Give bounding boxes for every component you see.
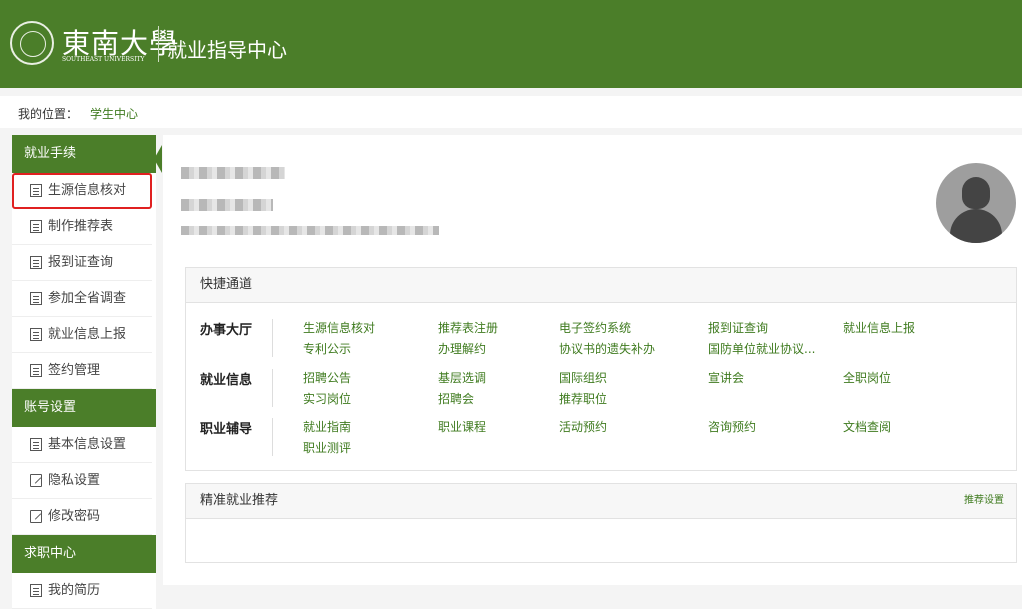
- user-avatar[interactable]: [936, 163, 1016, 243]
- site-title[interactable]: 就业指导中心: [167, 34, 287, 63]
- link-career-courses[interactable]: 职业课程: [438, 418, 486, 435]
- recommendation-title: 精准就业推荐: [200, 493, 279, 508]
- header-divider: [158, 26, 159, 62]
- recommendation-settings-link[interactable]: 推荐设置: [964, 484, 1004, 518]
- document-icon: [30, 438, 42, 451]
- link-report-certificate[interactable]: 报到证查询: [708, 319, 768, 336]
- sidebar-item-source-info-check[interactable]: 生源信息核对: [12, 173, 152, 209]
- sidebar-nav: 就业手续 生源信息核对 制作推荐表 报到证查询 参加全省调查 就业信息上报 签约…: [12, 135, 156, 609]
- sidebar-item-recommendation-form[interactable]: 制作推荐表: [12, 209, 152, 245]
- sidebar-item-label: 制作推荐表: [48, 219, 114, 234]
- sidebar-item-label: 隐私设置: [48, 473, 101, 488]
- breadcrumb: 我的位置： 学生中心: [0, 96, 1022, 128]
- edit-icon: [30, 510, 42, 523]
- document-icon: [30, 184, 42, 197]
- sidebar-item-label: 基本信息设置: [48, 437, 127, 452]
- link-lost-agreement-reissue[interactable]: 协议书的遗失补办: [559, 340, 655, 357]
- link-grassroots-selection[interactable]: 基层选调: [438, 369, 486, 386]
- avatar-head-shape: [962, 177, 990, 209]
- link-activity-booking[interactable]: 活动预约: [559, 418, 607, 435]
- sidebar-item-label: 报到证查询: [48, 255, 114, 270]
- document-icon: [30, 292, 42, 305]
- edit-icon: [30, 474, 42, 487]
- quick-access-panel: 快捷通道 办事大厅 生源信息核对 推荐表注册 电子签约系统 报到证查询 就业信息…: [185, 267, 1017, 471]
- main-content: 快捷通道 办事大厅 生源信息核对 推荐表注册 电子签约系统 报到证查询 就业信息…: [163, 135, 1022, 585]
- document-icon: [30, 364, 42, 377]
- quick-access-title: 快捷通道: [186, 268, 1016, 303]
- sidebar-item-change-password[interactable]: 修改密码: [12, 499, 152, 535]
- link-job-fair[interactable]: 招聘会: [438, 390, 474, 407]
- link-career-assessment[interactable]: 职业测评: [303, 439, 351, 456]
- link-internships[interactable]: 实习岗位: [303, 390, 351, 407]
- document-icon: [30, 584, 42, 597]
- quick-access-title-text: 快捷通道: [200, 277, 253, 292]
- link-employment-report[interactable]: 就业信息上报: [843, 319, 915, 336]
- sidebar-item-label: 生源信息核对: [48, 183, 127, 198]
- sidebar-item-province-survey[interactable]: 参加全省调查: [12, 281, 152, 317]
- document-icon: [30, 256, 42, 269]
- sidebar-section-job-center[interactable]: 求职中心: [12, 535, 156, 573]
- link-recruitment-notice[interactable]: 招聘公告: [303, 369, 351, 386]
- sidebar-item-label: 签约管理: [48, 363, 101, 378]
- user-name-blurred: [181, 167, 285, 179]
- sidebar-item-my-resume[interactable]: 我的简历: [12, 573, 152, 609]
- document-icon: [30, 220, 42, 233]
- site-header: 東南大學 SOUTHEAST UNIVERSITY 就业指导中心: [0, 0, 1022, 88]
- sidebar-item-label: 我的简历: [48, 583, 101, 598]
- sidebar-item-label: 参加全省调查: [48, 291, 127, 306]
- sidebar-item-report-certificate[interactable]: 报到证查询: [12, 245, 152, 281]
- recommendation-header: 精准就业推荐 推荐设置: [186, 484, 1016, 519]
- breadcrumb-current-link[interactable]: 学生中心: [90, 105, 138, 122]
- user-id-blurred: [181, 199, 273, 211]
- sidebar-item-contract-management[interactable]: 签约管理: [12, 353, 152, 389]
- link-source-info-check[interactable]: 生源信息核对: [303, 319, 375, 336]
- active-indicator-arrow: [154, 145, 162, 173]
- sidebar-item-basic-info[interactable]: 基本信息设置: [12, 427, 152, 463]
- row-divider: [272, 369, 273, 407]
- link-international-org[interactable]: 国际组织: [559, 369, 607, 386]
- row-divider: [272, 418, 273, 456]
- university-logo-english: SOUTHEAST UNIVERSITY: [62, 56, 145, 63]
- sidebar-item-privacy[interactable]: 隐私设置: [12, 463, 152, 499]
- link-defense-employment-agreement[interactable]: 国防单位就业协议...: [708, 340, 815, 357]
- row-title: 办事大厅: [200, 323, 253, 338]
- link-consult-booking[interactable]: 咨询预约: [708, 418, 756, 435]
- university-seal-logo[interactable]: [10, 21, 54, 65]
- link-info-session[interactable]: 宣讲会: [708, 369, 744, 386]
- row-divider: [272, 319, 273, 357]
- link-e-signing-system[interactable]: 电子签约系统: [559, 319, 631, 336]
- sidebar-section-procedures[interactable]: 就业手续: [12, 135, 156, 173]
- link-cancel-contract[interactable]: 办理解约: [438, 340, 486, 357]
- recommendation-panel: 精准就业推荐 推荐设置: [185, 483, 1017, 563]
- sidebar-item-label: 就业信息上报: [48, 327, 127, 342]
- link-full-time-jobs[interactable]: 全职岗位: [843, 369, 891, 386]
- avatar-body-shape: [950, 209, 1002, 243]
- link-recommended-jobs[interactable]: 推荐职位: [559, 390, 607, 407]
- sidebar-item-employment-report[interactable]: 就业信息上报: [12, 317, 152, 353]
- link-document-review[interactable]: 文档查阅: [843, 418, 891, 435]
- link-recommendation-register[interactable]: 推荐表注册: [438, 319, 498, 336]
- link-career-guide[interactable]: 就业指南: [303, 418, 351, 435]
- row-title: 就业信息: [200, 373, 253, 388]
- sidebar-item-label: 修改密码: [48, 509, 101, 524]
- sidebar-section-account[interactable]: 账号设置: [12, 389, 156, 427]
- row-title: 职业辅导: [200, 422, 253, 437]
- user-details-blurred: [181, 226, 439, 235]
- link-patent-notice[interactable]: 专利公示: [303, 340, 351, 357]
- document-icon: [30, 328, 42, 341]
- breadcrumb-label: 我的位置：: [18, 107, 79, 121]
